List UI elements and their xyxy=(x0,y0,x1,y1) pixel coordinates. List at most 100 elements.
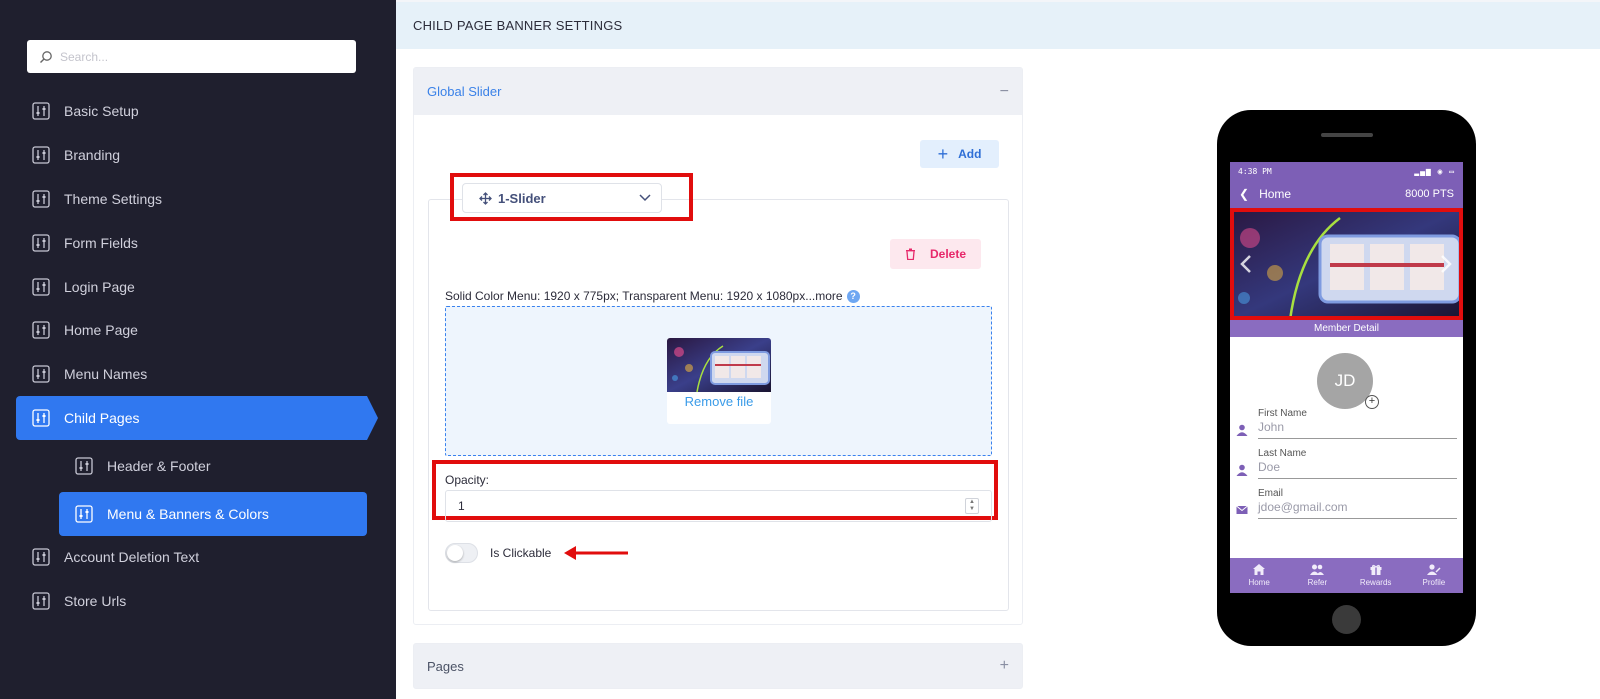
sidebar-item-home-page[interactable]: Home Page xyxy=(16,308,367,352)
panel-title: Global Slider xyxy=(427,84,502,99)
delete-label: Delete xyxy=(929,247,967,261)
toggle-knob xyxy=(447,545,463,561)
sidebar: Basic Setup Branding Theme Settings Form… xyxy=(0,0,396,699)
gift-icon xyxy=(1370,564,1382,575)
search-icon xyxy=(40,50,52,63)
sidebar-item-label: Header & Footer xyxy=(107,458,211,474)
pages-title: Pages xyxy=(427,658,464,674)
opacity-input[interactable]: 1 ▲ ▼ xyxy=(445,490,992,522)
field-underline xyxy=(1258,478,1457,479)
add-label: Add xyxy=(958,147,982,161)
sidebar-item-basic-setup[interactable]: Basic Setup xyxy=(16,89,367,133)
sidebar-item-form-fields[interactable]: Form Fields xyxy=(16,221,367,265)
opacity-value: 1 xyxy=(458,499,465,513)
image-dropzone[interactable]: Remove file xyxy=(445,306,992,456)
page-title: CHILD PAGE BANNER SETTINGS xyxy=(396,2,1600,49)
field-underline xyxy=(1258,438,1457,439)
global-slider-panel: Global Slider − + Add 1-Slider Delete So… xyxy=(413,67,1023,625)
tab-label: Home xyxy=(1248,578,1270,587)
sidebar-item-account-deletion-text[interactable]: Account Deletion Text xyxy=(16,535,367,579)
tab-label: Refer xyxy=(1307,578,1328,587)
sidebar-item-login-page[interactable]: Login Page xyxy=(16,265,367,309)
global-slider-header[interactable]: Global Slider − xyxy=(414,68,1022,115)
user-icon xyxy=(1236,464,1248,476)
sidebar-item-label: Basic Setup xyxy=(64,103,139,119)
sliders-icon xyxy=(32,321,50,339)
sidebar-item-label: Login Page xyxy=(64,279,135,295)
sidebar-item-branding[interactable]: Branding xyxy=(16,133,367,177)
sidebar-item-store-urls[interactable]: Store Urls xyxy=(16,579,367,623)
slot-machine-thumbnail xyxy=(667,338,771,392)
tab-label: Profile xyxy=(1422,578,1446,587)
sidebar-item-label: Menu Names xyxy=(64,366,148,382)
sidebar-item-label: Theme Settings xyxy=(64,191,163,207)
points-badge: 8000 PTS xyxy=(1405,188,1454,200)
field-label: Last Name xyxy=(1258,448,1307,459)
tab-home[interactable]: Home xyxy=(1230,558,1288,593)
sidebar-item-label: Account Deletion Text xyxy=(64,549,200,565)
size-note-text: Solid Color Menu: 1920 x 775px; Transpar… xyxy=(445,289,843,303)
email-field[interactable]: Email jdoe@gmail.com xyxy=(1236,488,1457,522)
user-icon xyxy=(1236,424,1248,436)
last-name-field[interactable]: Last Name Doe xyxy=(1236,448,1457,482)
sliders-icon xyxy=(32,102,50,120)
sidebar-subitem-header-footer[interactable]: Header & Footer xyxy=(59,444,367,488)
sidebar-subitem-menu-banners-colors[interactable]: Menu & Banners & Colors xyxy=(59,492,367,536)
member-detail-bar: Member Detail xyxy=(1230,320,1463,337)
opacity-label: Opacity: xyxy=(445,473,490,487)
user-edit-icon xyxy=(1426,564,1441,575)
slider-dropdown[interactable]: 1-Slider xyxy=(462,183,662,213)
number-spinner[interactable]: ▲ ▼ xyxy=(965,498,979,514)
sliders-icon xyxy=(75,505,93,523)
collapse-icon[interactable]: − xyxy=(1000,83,1009,101)
tab-label: Rewards xyxy=(1359,578,1392,587)
add-photo-icon[interactable]: + xyxy=(1365,395,1379,409)
sidebar-item-label: Child Pages xyxy=(64,410,140,426)
image-size-note: Solid Color Menu: 1920 x 775px; Transpar… xyxy=(445,289,860,303)
field-label: First Name xyxy=(1258,408,1307,419)
search-input[interactable] xyxy=(60,49,340,64)
move-icon xyxy=(479,191,492,205)
sidebar-item-theme-settings[interactable]: Theme Settings xyxy=(16,177,367,221)
phone-home-button xyxy=(1332,605,1361,634)
back-arrow-icon[interactable]: ❮ xyxy=(1239,187,1249,201)
home-icon xyxy=(1253,564,1266,575)
plus-icon: + xyxy=(937,144,949,164)
sliders-icon xyxy=(32,190,50,208)
sidebar-item-menu-names[interactable]: Menu Names xyxy=(16,352,367,396)
chevron-down-icon xyxy=(639,194,651,202)
sidebar-item-label: Form Fields xyxy=(64,235,138,251)
signal-wifi-battery-icon: ▂▄▆ ◉ ▭ xyxy=(1414,166,1455,176)
remove-file-link[interactable]: Remove file xyxy=(667,394,771,409)
phone-header-title: Home xyxy=(1259,187,1292,201)
pages-panel-header[interactable]: Pages + xyxy=(413,643,1023,689)
field-underline xyxy=(1258,518,1457,519)
field-value: jdoe@gmail.com xyxy=(1258,500,1348,514)
expand-icon[interactable]: + xyxy=(1000,657,1009,675)
sidebar-item-label: Store Urls xyxy=(64,593,127,609)
field-label: Email xyxy=(1258,488,1284,499)
field-value: John xyxy=(1258,420,1285,434)
sliders-icon xyxy=(75,457,93,475)
first-name-field[interactable]: First Name John xyxy=(1236,408,1457,442)
delete-slider-button[interactable]: Delete xyxy=(890,239,981,269)
is-clickable-toggle[interactable] xyxy=(445,543,478,563)
phone-banner[interactable] xyxy=(1230,208,1463,320)
sidebar-item-child-pages[interactable]: Child Pages xyxy=(16,396,367,440)
search-box[interactable] xyxy=(27,40,356,73)
annotation-arrow-icon xyxy=(564,546,628,560)
sliders-icon xyxy=(32,592,50,610)
sidebar-item-label: Menu & Banners & Colors xyxy=(107,506,269,522)
tab-profile[interactable]: Profile xyxy=(1405,558,1463,593)
tab-rewards[interactable]: Rewards xyxy=(1347,558,1405,593)
sliders-icon xyxy=(32,409,50,427)
is-clickable-label: Is Clickable xyxy=(490,546,552,560)
phone-status-bar: 4:38 PM ▂▄▆ ◉ ▭ xyxy=(1230,162,1463,180)
uploaded-image-preview: Remove file xyxy=(667,338,771,424)
tab-refer[interactable]: Refer xyxy=(1288,558,1346,593)
add-slider-button[interactable]: + Add xyxy=(920,140,999,168)
sliders-icon xyxy=(32,278,50,296)
sliders-icon xyxy=(32,234,50,252)
help-icon[interactable]: ? xyxy=(846,289,860,303)
trash-icon xyxy=(905,248,915,260)
